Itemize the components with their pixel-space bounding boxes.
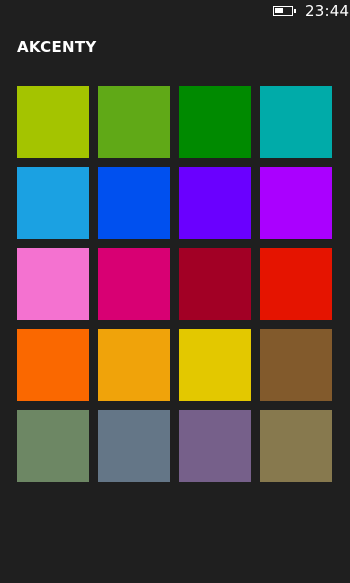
accent-tile-teal[interactable] [260, 86, 332, 158]
accent-tile-olive[interactable] [17, 410, 89, 482]
battery-icon [273, 6, 296, 16]
page-title: AKCENTY [17, 38, 97, 56]
accent-tile-green[interactable] [98, 86, 170, 158]
accent-tile-sienna[interactable] [260, 410, 332, 482]
accent-tile-emerald[interactable] [179, 86, 251, 158]
accent-tile-orange[interactable] [17, 329, 89, 401]
accent-tile-steel[interactable] [98, 410, 170, 482]
status-clock: 23:44 [305, 2, 350, 20]
accent-tile-magenta[interactable] [98, 248, 170, 320]
accent-tile-red[interactable] [260, 248, 332, 320]
accent-tile-indigo[interactable] [179, 167, 251, 239]
battery-level-fill [275, 8, 283, 13]
accent-tile-brown[interactable] [260, 329, 332, 401]
accent-tile-amber[interactable] [98, 329, 170, 401]
accent-tile-lime[interactable] [17, 86, 89, 158]
accent-color-grid [17, 86, 332, 482]
accent-tile-cyan[interactable] [17, 167, 89, 239]
accent-tile-crimson[interactable] [179, 248, 251, 320]
accent-tile-violet[interactable] [260, 167, 332, 239]
status-bar: 23:44 [0, 0, 350, 22]
accent-tile-pink[interactable] [17, 248, 89, 320]
accent-tile-yellow[interactable] [179, 329, 251, 401]
accent-tile-cobalt[interactable] [98, 167, 170, 239]
accent-tile-mauve[interactable] [179, 410, 251, 482]
